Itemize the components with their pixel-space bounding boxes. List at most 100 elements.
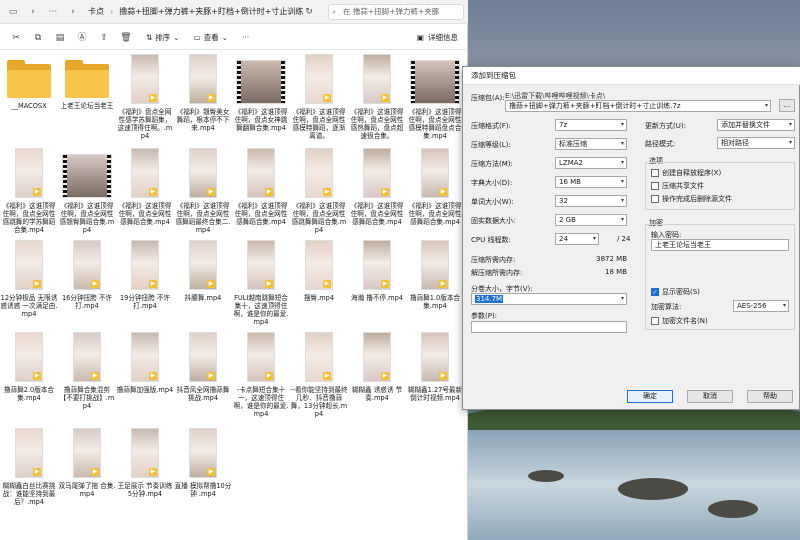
delete-icon[interactable]: 🗑 <box>120 32 132 44</box>
address-bar: ▭ › ··· › 卡点 › 撸蒜+扭脚+弹力裤+夹豚+盯档+倒计时+寸止训练 … <box>0 0 468 24</box>
sort-button[interactable]: ⇅ 排序 ⌄ <box>146 32 180 43</box>
split-input[interactable]: 314.7M ▾ <box>471 293 627 305</box>
file-item[interactable]: ▶ 糊糊鑫 诱惑诱 节奏.mp4 <box>348 332 406 402</box>
details-pane-icon: ▣ <box>416 33 424 42</box>
file-item[interactable]: ▶ 直播 模拟帮撸10分钟 .mp4 <box>174 428 232 498</box>
media-badge-icon: ▶ <box>33 280 41 288</box>
file-item[interactable]: ▶ 《福利》这谁顶得住啊，盘点全网性感舞蹈合集.mp4 <box>232 148 290 226</box>
more-button[interactable]: ··· <box>242 33 249 42</box>
mem-compress-label: 压缩所需内存: <box>471 256 516 264</box>
file-item[interactable]: ▶ 《福利》这谁顶得住啊，盘点全网性感舞蹈最终合集二.mp4 <box>174 148 232 234</box>
file-item[interactable]: ▶ 王足展示 节奏训练 5分钟.mp4 <box>116 428 174 498</box>
sfx-checkbox[interactable]: 创建自释放程序(X) <box>651 168 721 178</box>
file-item[interactable]: ▶ 《福利》翘臀美女舞蹈，根本停不下来.mp4 <box>174 54 232 132</box>
video-thumbnail: ▶ <box>15 332 43 382</box>
cut-icon[interactable]: ✂ <box>10 32 22 44</box>
update-select[interactable]: 添加并替换文件 ▾ <box>717 119 795 131</box>
search-input[interactable]: ⌕ 在 撸蒜+扭脚+弹力裤+夹豚 <box>328 4 464 20</box>
video-thumbnail: ▶ <box>131 54 159 104</box>
file-item[interactable]: ▶ 摆臀.mp4 <box>290 240 348 302</box>
file-item[interactable]: ▶ 撸蒜舞2.0版本合集.mp4 <box>0 332 58 402</box>
dict-select[interactable]: 16 MB ▾ <box>555 176 627 188</box>
file-item[interactable]: ▶ 《福利》这谁顶得住啊，盘点全网性感舞蹈合集.mp4 <box>116 148 174 226</box>
video-thumbnail: ▶ <box>305 54 333 104</box>
cpu-select[interactable]: 24 ▾ <box>555 233 599 245</box>
show-password-checkbox[interactable]: ✓ 显示密码(S) <box>651 287 700 297</box>
password-input[interactable]: 上老王论坛当老王 <box>651 239 789 251</box>
file-item[interactable]: ▶ 抖腰舞.mp4 <box>174 240 232 302</box>
video-thumbnail: ▶ <box>363 332 391 382</box>
file-item[interactable]: 《福利》这谁顶得住啊，盘点女神跳舞翻舞合集.mp4 <box>232 54 290 132</box>
ok-button[interactable]: 确定 <box>627 390 673 403</box>
breadcrumb-item[interactable]: 撸蒜+扭脚+弹力裤+夹豚+盯档+倒计时+寸止训练 <box>119 6 303 17</box>
share-icon[interactable]: ⇪ <box>98 32 110 44</box>
monitor-icon[interactable]: ▭ <box>6 5 20 19</box>
file-item[interactable]: ▶ 12分钟极品 无限诱惑诱惑 一次满足由.mp4 <box>0 240 58 318</box>
file-item[interactable]: ▶ FULI越南跳舞短合集十，这速顶得住啊，谁是你的最爱.mp4 <box>232 240 290 326</box>
file-item[interactable]: ▶ --看你能坚持到最终几秒、抖音撸蒜舞，13分钟超长.mp4 <box>290 332 348 418</box>
breadcrumb-item[interactable]: 卡点 <box>88 6 104 17</box>
file-item[interactable]: ▶ 《福利》这谁顶得住啊，盘点全网性感跳舞的学苏舞蹈合集.mp4 <box>0 148 58 234</box>
file-item[interactable]: ▶ 《福利》这谁顶得住啊，盘点全网性感舞蹈合集.mp4 <box>406 148 464 226</box>
word-select[interactable]: 32 ▾ <box>555 195 627 207</box>
video-thumbnail: ▶ <box>15 240 43 290</box>
file-name: 19分钟扭胯 不许打.mp4 <box>119 294 171 310</box>
file-item[interactable]: ▶ 16分钟扭胯 不许打.mp4 <box>58 240 116 310</box>
format-select[interactable]: 7z ▾ <box>555 119 627 131</box>
params-label: 参数(P): <box>471 312 498 320</box>
encrypt-names-checkbox[interactable]: 加密文件名(N) <box>651 316 708 326</box>
file-item[interactable]: 上老王论坛当老王 <box>58 54 116 110</box>
file-item[interactable]: ▶ 糊糊鑫白丝比赛挑战：谁能坚持到最后？.mp4 <box>0 428 58 506</box>
params-input[interactable] <box>471 321 627 333</box>
browse-button[interactable]: ... <box>779 99 795 112</box>
file-item[interactable]: ▶ 抖音风全网撸蒜舞挑战.mp4 <box>174 332 232 402</box>
file-item[interactable]: ▶ 《福利》这谁顶得住啊，盘点全网性感模特舞蹈，逐渐离谱。 <box>290 54 348 140</box>
refresh-icon[interactable]: ↻ <box>302 5 316 19</box>
file-item[interactable]: ▶ 《福利》盘点全网性感学苏舞蹈集，这速顶得住啊。.mp4 <box>116 54 174 140</box>
file-item[interactable]: 《福利》这谁顶得住啊，盘点全网性感翘臀舞蹈合集.mp4 <box>58 148 116 234</box>
copy-icon[interactable]: ⧉ <box>32 32 44 44</box>
view-button[interactable]: ▭ 查看 ⌄ <box>194 32 228 43</box>
delete-source-label: 操作完成后删除源文件 <box>662 195 732 203</box>
archive-name-input[interactable]: 撸蒜+扭脚+弹力裤+夹豚+盯档+倒计时+寸止训练.7z ▾ <box>505 100 771 112</box>
file-item[interactable]: ▶ 撸蒜舞加强版.mp4 <box>116 332 174 394</box>
file-item[interactable]: 《福利》这谁顶得住啊，盘点全网性感模特舞蹈盘点合集.mp4 <box>406 54 464 140</box>
dict-value: 16 MB <box>559 178 581 186</box>
video-thumbnail: ▶ <box>363 148 391 198</box>
file-item[interactable]: ▶ 撸蒜舞1.0版本合集.mp4 <box>406 240 464 310</box>
chevron-right-icon: › <box>110 7 114 16</box>
path-mode-select[interactable]: 相对路径 ▾ <box>717 137 795 149</box>
solid-select[interactable]: 2 GB ▾ <box>555 214 627 226</box>
file-item[interactable]: ▶ 海瀚 撸不停.mp4 <box>348 240 406 302</box>
more-icon[interactable]: ··· <box>46 5 60 19</box>
rename-icon[interactable]: Ⓐ <box>76 32 88 44</box>
level-select[interactable]: 标准压缩 ▾ <box>555 138 627 150</box>
media-badge-icon: ▶ <box>439 372 447 380</box>
file-item[interactable]: ▶ -卡点舞短合集十一，这速顶得住啊，谁是你的最爱.mp4 <box>232 332 290 418</box>
file-name: 王足展示 节奏训练 5分钟.mp4 <box>117 482 173 498</box>
enc-method-select[interactable]: AES-256 ▾ <box>733 300 789 312</box>
file-name: 《福利》这谁顶得住啊，盘点全网性感模特舞蹈盘点合集.mp4 <box>408 108 462 140</box>
file-item[interactable]: __MACOSX <box>0 54 58 110</box>
method-select[interactable]: LZMA2 ▾ <box>555 157 627 169</box>
shared-checkbox[interactable]: 压缩共享文件 <box>651 181 704 191</box>
help-button[interactable]: 帮助 <box>747 390 793 403</box>
chevron-down-icon: ▾ <box>788 121 792 128</box>
checkmark-icon: ✓ <box>651 288 659 296</box>
file-item[interactable]: ▶ 《福利》这谁顶得住啊，盘点全网性感跳舞舞蹈合集.mp4 <box>290 148 348 234</box>
file-item[interactable]: ▶ 双马尾弹了拖 合集.mp4 <box>58 428 116 498</box>
file-item[interactable]: ▶ 糊糊鑫1.27号最新倒计时视频.mp4 <box>406 332 464 402</box>
delete-source-checkbox[interactable]: 操作完成后删除源文件 <box>651 194 732 204</box>
file-item[interactable]: ▶ 撸蒜舞合集混剪【不要打挑战】.mp4 <box>58 332 116 410</box>
chevron-right-icon[interactable]: › <box>26 5 40 19</box>
file-name: 《福利》这谁顶得住啊，盘点全网性感舞蹈合集.mp4 <box>118 202 172 226</box>
file-item[interactable]: ▶ 《福利》这谁顶得住啊，盘点全网性感舞蹈合集.mp4 <box>348 148 406 226</box>
file-item[interactable]: ▶ 《福利》这谁顶得住啊，盘点全网性感热舞蹈，盘点超速很合集。 <box>348 54 406 140</box>
paste-icon[interactable]: ▤ <box>54 32 66 44</box>
file-name: 《福利》这谁顶得住啊，盘点女神跳舞翻舞合集.mp4 <box>234 108 288 132</box>
cancel-button[interactable]: 取消 <box>687 390 733 403</box>
file-item[interactable]: ▶ 19分钟扭胯 不许打.mp4 <box>116 240 174 310</box>
chevron-down-icon: ▾ <box>764 102 768 109</box>
details-button[interactable]: ▣ 详细信息 <box>417 32 458 43</box>
media-badge-icon: ▶ <box>265 280 273 288</box>
